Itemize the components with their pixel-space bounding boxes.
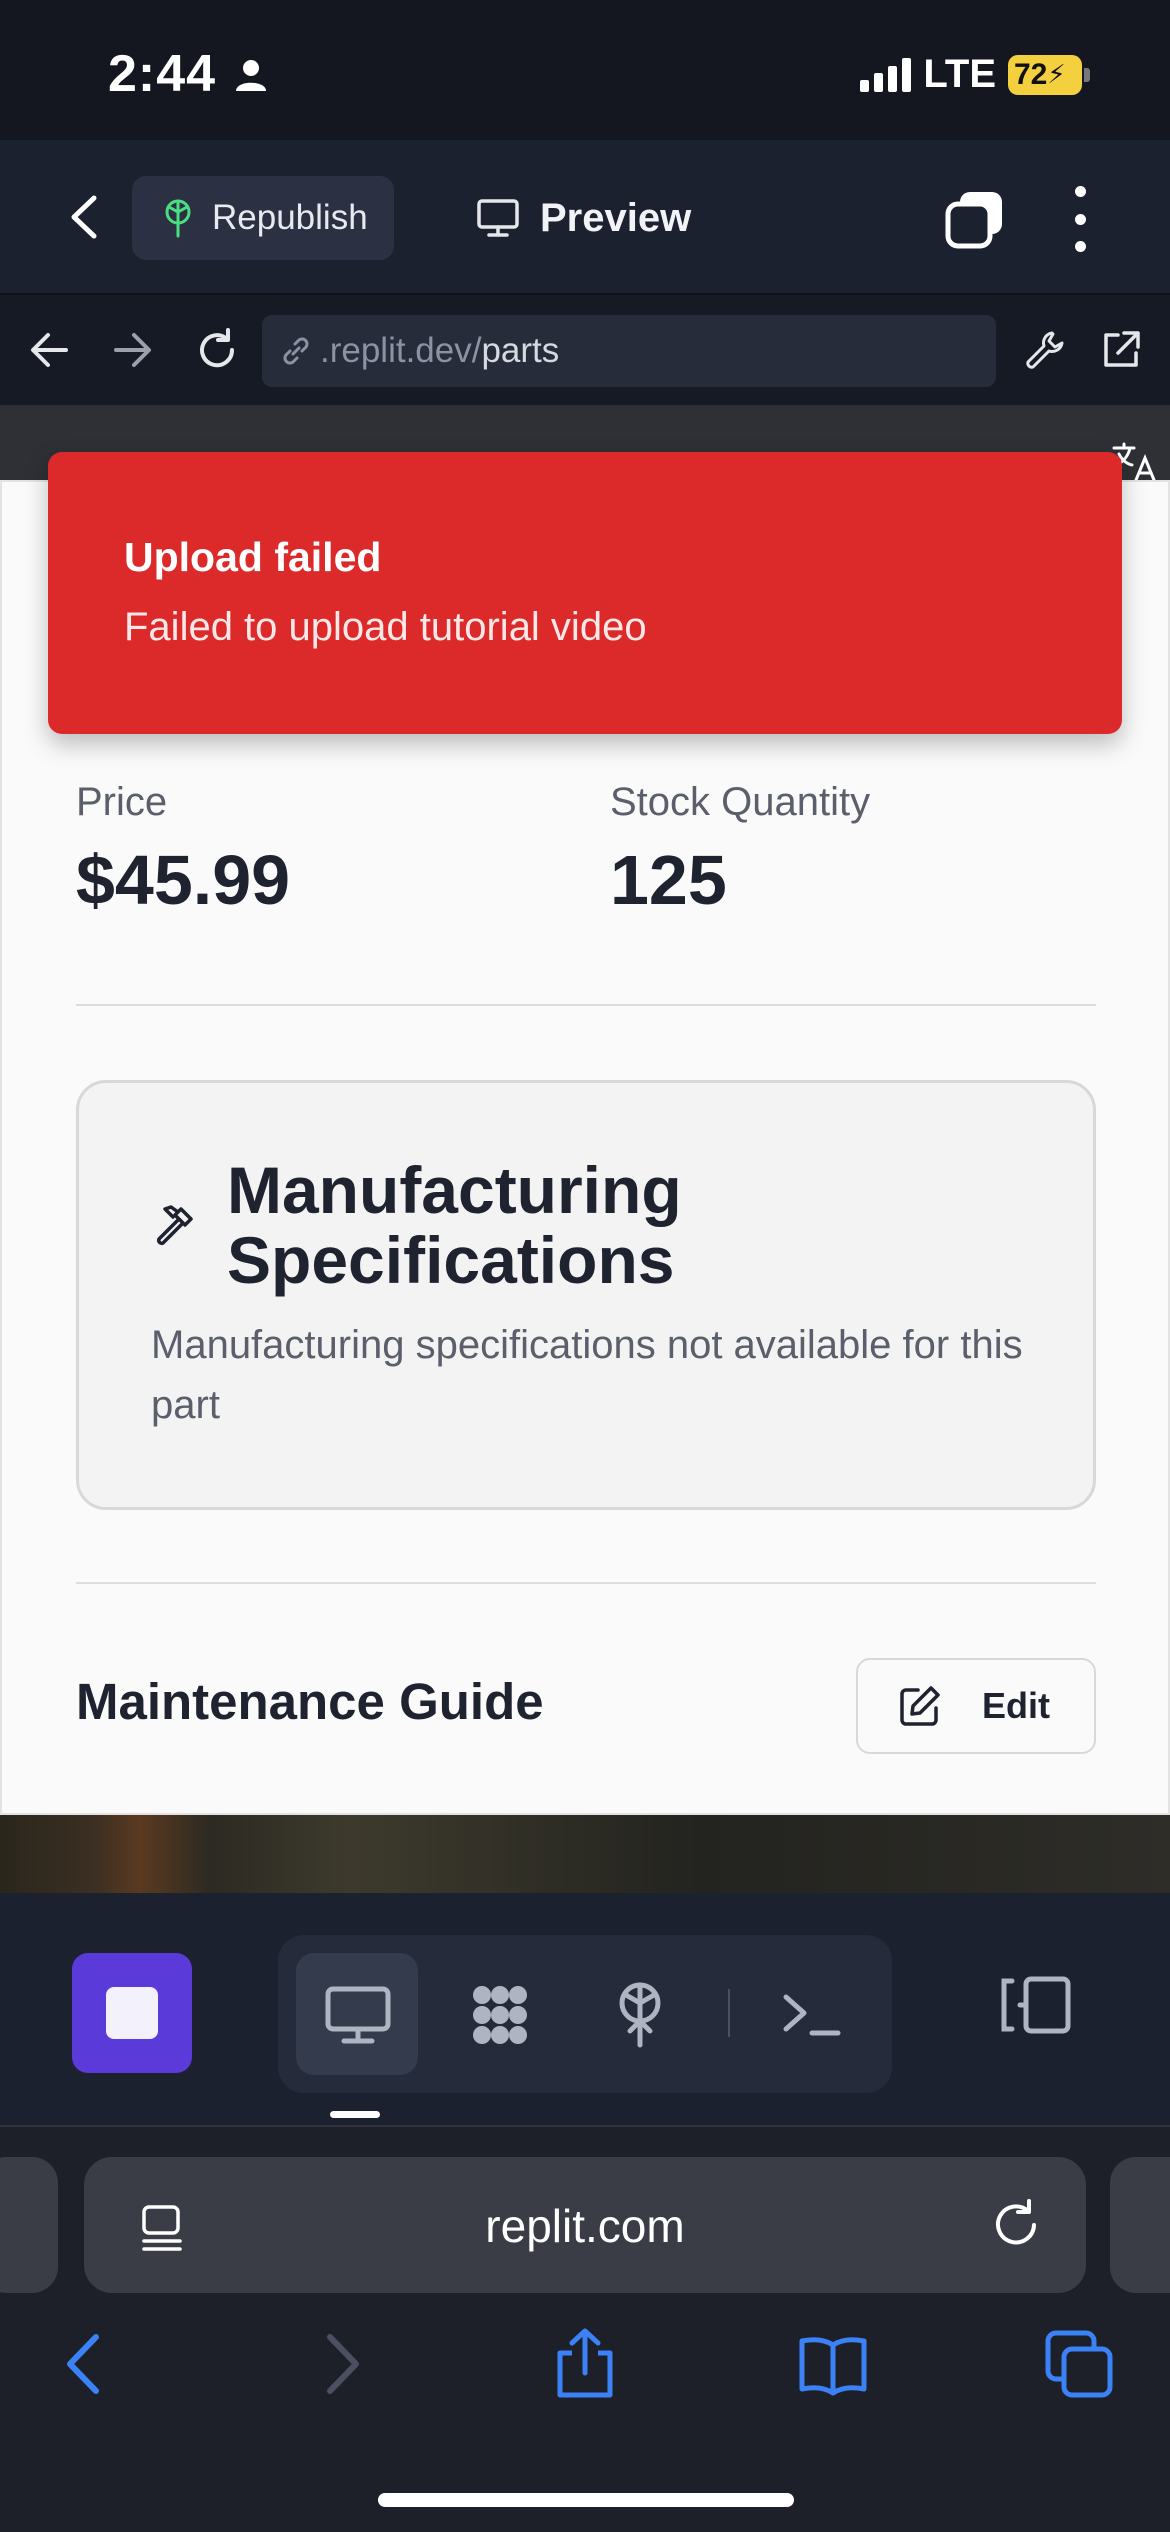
battery-level: 72 bbox=[1014, 57, 1048, 91]
next-tab-pill[interactable] bbox=[1110, 2157, 1170, 2293]
replit-bottom-toolbar bbox=[0, 1893, 1170, 2125]
stop-icon bbox=[106, 1987, 158, 2039]
price-value: $45.99 bbox=[76, 841, 291, 919]
back-chevron-icon[interactable] bbox=[62, 192, 106, 242]
toast-message: Failed to upload tutorial video bbox=[124, 605, 647, 649]
tab-indicator bbox=[330, 2111, 380, 2118]
signal-icon bbox=[860, 57, 912, 92]
safari-address-bar[interactable]: replit.com bbox=[84, 2157, 1086, 2293]
url-field[interactable]: .replit.dev/parts bbox=[262, 315, 996, 387]
address-text: replit.com bbox=[485, 2200, 685, 2252]
divider bbox=[76, 1582, 1096, 1584]
home-indicator[interactable] bbox=[378, 2493, 794, 2507]
agent-icon[interactable] bbox=[460, 1975, 540, 2055]
back-icon[interactable] bbox=[50, 2327, 124, 2401]
webview-url-bar: .replit.dev/parts bbox=[0, 295, 1170, 405]
bookmarks-icon[interactable] bbox=[796, 2327, 870, 2401]
price-label: Price bbox=[76, 780, 168, 824]
wrench-icon[interactable] bbox=[1022, 327, 1068, 373]
status-indicators: LTE 72 ⚡ bbox=[860, 52, 1090, 97]
stock-quantity-label: Stock Quantity bbox=[610, 780, 871, 824]
toast-title: Upload failed bbox=[124, 534, 382, 580]
back-arrow-icon[interactable] bbox=[26, 327, 72, 373]
replit-toolbar: Republish Preview bbox=[0, 140, 1170, 295]
manufacturing-specs-card: Manufacturing Specifications Manufacturi… bbox=[76, 1080, 1096, 1510]
forward-icon[interactable] bbox=[302, 2327, 376, 2401]
status-time: 2:44 bbox=[108, 45, 217, 103]
safari-toolbar: replit.com bbox=[0, 2125, 1170, 2532]
battery-icon: 72 ⚡ bbox=[1008, 54, 1090, 95]
deploy-icon bbox=[165, 199, 191, 238]
link-icon bbox=[283, 337, 309, 365]
edit-icon bbox=[900, 1686, 940, 1726]
preview-tab[interactable]: Preview bbox=[476, 176, 691, 260]
split-view-icon[interactable] bbox=[998, 1973, 1074, 2037]
tabs-overview-icon[interactable] bbox=[1042, 2327, 1116, 2401]
deploy-icon[interactable] bbox=[600, 1975, 680, 2055]
tabs-icon[interactable] bbox=[944, 188, 1006, 250]
divider bbox=[76, 1004, 1096, 1006]
open-external-icon[interactable] bbox=[1098, 327, 1144, 373]
monitor-icon bbox=[477, 199, 519, 237]
status-bar: 2:44 LTE 72 ⚡ bbox=[0, 0, 1170, 140]
reload-icon[interactable] bbox=[194, 327, 240, 373]
hammer-icon bbox=[156, 1205, 193, 1246]
separator bbox=[728, 1989, 730, 2037]
monitor-icon[interactable] bbox=[318, 1975, 398, 2055]
edit-label: Edit bbox=[982, 1685, 1050, 1726]
network-label: LTE bbox=[923, 52, 996, 96]
manufacturing-specs-title: Manufacturing Specifications bbox=[227, 1153, 682, 1297]
error-toast[interactable]: Upload failed Failed to upload tutorial … bbox=[48, 452, 1122, 734]
maintenance-guide-title: Maintenance Guide bbox=[76, 1673, 544, 1730]
edit-button[interactable]: Edit bbox=[856, 1658, 1096, 1754]
more-options-icon[interactable] bbox=[1068, 186, 1092, 252]
preview-label: Preview bbox=[540, 195, 692, 240]
stop-button[interactable] bbox=[72, 1953, 192, 2073]
shell-icon[interactable] bbox=[772, 1975, 852, 2055]
url-text: .replit.dev/parts bbox=[320, 331, 560, 370]
person-icon bbox=[236, 60, 266, 91]
workspace-mode-group bbox=[278, 1935, 892, 2093]
share-icon[interactable] bbox=[548, 2327, 622, 2401]
reload-icon[interactable] bbox=[988, 2197, 1044, 2253]
background-image bbox=[0, 1815, 1170, 1893]
manufacturing-specs-description: Manufacturing specifications not availab… bbox=[151, 1323, 1023, 1427]
republish-button[interactable]: Republish bbox=[132, 176, 394, 260]
forward-arrow-icon[interactable] bbox=[110, 327, 156, 373]
previous-tab-pill[interactable] bbox=[0, 2157, 58, 2293]
stock-quantity-value: 125 bbox=[610, 841, 727, 919]
republish-label: Republish bbox=[212, 198, 368, 237]
